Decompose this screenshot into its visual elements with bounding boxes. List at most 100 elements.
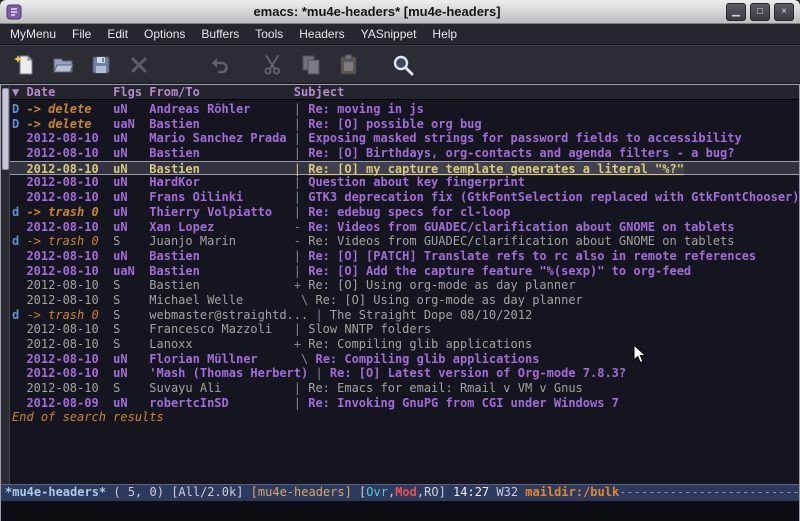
message-from: Francesco Mazzoli [149,322,294,336]
message-subject: Re: [O] [PATCH] Translate refs to rc als… [308,249,756,263]
minimize-button[interactable]: ▁ [726,3,746,21]
message-row[interactable]: 2012-08-10 uN Bastien | Re: [O] my captu… [1,161,799,176]
message-subject: Re: [O] Add the capture feature "%(sexp)… [308,264,691,278]
message-date: 2012-08-10 [26,381,113,395]
paste-button [334,50,364,80]
message-date: 2012-08-10 [26,220,113,234]
message-row[interactable]: 2012-08-10 S Suvayu Ali | Re: Emacs for … [12,381,799,396]
title-bar: emacs: *mu4e-headers* [mu4e-headers] ▁ □… [0,0,800,24]
modeline-segment-plain: ,RO] [417,485,453,499]
message-row[interactable]: 2012-08-10 S Francesco Mazzoli | Slow NN… [12,322,799,337]
menu-yasnippet[interactable]: YASnippet [353,24,425,44]
modeline-segment-minor: [mu4e-headers] [251,485,359,499]
message-from: Bastien [149,278,294,292]
mark-action: -> trash 0 [26,234,113,248]
message-row[interactable]: D -> delete uN Andreas Röhler | Re: movi… [12,102,799,117]
modeline-segment-plain: W32 [496,485,525,499]
close-button[interactable]: × [774,3,794,21]
menu-mymenu[interactable]: MyMenu [2,24,64,44]
message-date: 2012-08-10 [26,175,113,189]
mark-flag [12,175,26,189]
thread-separator: | [294,264,308,278]
message-from: Frans Oilinki [149,190,294,204]
menu-help[interactable]: Help [424,24,465,44]
scrollbar-track[interactable] [1,85,10,484]
menu-edit[interactable]: Edit [99,24,136,44]
search-icon [391,53,415,77]
message-from: Bastien [149,146,294,160]
message-date: 2012-08-10 [26,131,113,145]
message-row[interactable]: 2012-08-10 uN Bastien | Re: [O] [PATCH] … [12,249,799,264]
save-button[interactable] [86,50,116,80]
maximize-button[interactable]: □ [750,3,770,21]
mark-flag [12,352,26,366]
undo-icon [207,53,231,77]
message-row[interactable]: 2012-08-10 uN HardKor | Question about k… [12,175,799,190]
message-row[interactable]: 2012-08-10 uaN Bastien | Re: [O] Add the… [12,264,799,279]
message-row[interactable]: 2012-08-10 uN Florian Müllner \ Re: Comp… [12,352,799,367]
message-subject: Re: [O] my capture template generates a … [308,162,684,176]
message-from: Juanjo Marin [149,234,294,248]
message-row[interactable]: 2012-08-10 S Michael Welle \ Re: [O] Usi… [12,293,799,308]
mark-flag [12,322,26,336]
message-flags: uN [113,175,149,189]
menu-options[interactable]: Options [136,24,193,44]
search-button[interactable] [388,50,418,80]
copy-icon [299,53,323,77]
toolbar [0,45,800,84]
menu-tools[interactable]: Tools [247,24,291,44]
message-row[interactable]: d -> trash 0 S Juanjo Marin - Re: Videos… [12,234,799,249]
scrollbar-thumb[interactable] [2,88,9,170]
message-date: 2012-08-10 [26,190,113,204]
mark-flag [12,278,26,292]
menu-headers[interactable]: Headers [291,24,352,44]
message-from: Lanoxx [149,337,294,351]
mark-flag: D [12,117,26,131]
message-row[interactable]: 2012-08-10 uN Xan Lopez - Re: Videos fro… [12,220,799,235]
message-row[interactable]: 2012-08-10 uN Frans Oilinki | GTK3 depre… [12,190,799,205]
modeline-segment-time: 14:27 [453,485,496,499]
new-file-button[interactable] [10,50,40,80]
message-date: 2012-08-10 [26,352,113,366]
cut-button [258,50,288,80]
open-file-button[interactable] [48,50,78,80]
message-row[interactable]: d -> trash 0 uN Thierry Volpiatto | Re: … [12,205,799,220]
menu-file[interactable]: File [64,24,99,44]
message-row[interactable]: 2012-08-10 S Lanoxx + Re: Compiling glib… [12,337,799,352]
column-header-date[interactable]: Date [26,85,113,99]
modeline-segment-buffer: *mu4e-headers* [5,485,106,499]
menu-buffers[interactable]: Buffers [193,24,247,44]
message-subject: The Straight Dope 08/10/2012 [330,308,532,322]
message-from: Michael Welle [149,293,294,307]
message-row[interactable]: 2012-08-10 uN Bastien | Re: [O] Birthday… [12,146,799,161]
thread-separator: | [294,162,308,176]
message-row[interactable]: 2012-08-10 uN Mario Sanchez Prada | Expo… [12,131,799,146]
emacs-window: emacs: *mu4e-headers* [mu4e-headers] ▁ □… [0,0,800,521]
message-row[interactable]: 2012-08-10 S Bastien + Re: [O] Using org… [12,278,799,293]
message-from: Bastien [149,162,294,176]
modeline-segment-plain: [All/2.0k] [171,485,250,499]
message-row[interactable]: 2012-08-09 uN robertcInSD | Re: Invoking… [12,396,799,411]
column-header-from[interactable]: From/To [149,85,294,99]
message-subject: Re: [O] possible org bug [308,117,481,131]
mark-action: -> delete [26,102,113,116]
message-row[interactable]: d -> trash 0 S webmaster@straightd... | … [12,308,799,323]
message-subject: Re: [O] Latest version of Org-mode 7.8.3… [330,366,626,380]
mark-flag [12,264,26,278]
column-header-subject[interactable]: Subject [294,85,345,99]
window-title: emacs: *mu4e-headers* [mu4e-headers] [28,4,726,19]
end-of-results: End of search results [12,410,799,425]
message-row[interactable]: 2012-08-10 uN 'Mash (Thomas Herbert) | R… [12,366,799,381]
message-row[interactable]: D -> delete uaN Bastien | Re: [O] possib… [12,117,799,132]
mark-flag [12,131,26,145]
message-from: Xan Lopez [149,220,294,234]
column-header-sort[interactable]: ▼ [12,85,26,99]
message-date: 2012-08-10 [26,322,113,336]
mark-flag [12,220,26,234]
message-from: Thierry Volpiatto [149,205,294,219]
mark-flag: d [12,308,26,322]
thread-separator: | [294,146,308,160]
mark-flag [12,293,26,307]
message-flags: S [113,308,149,322]
column-header-flags[interactable]: Flgs [113,85,149,99]
